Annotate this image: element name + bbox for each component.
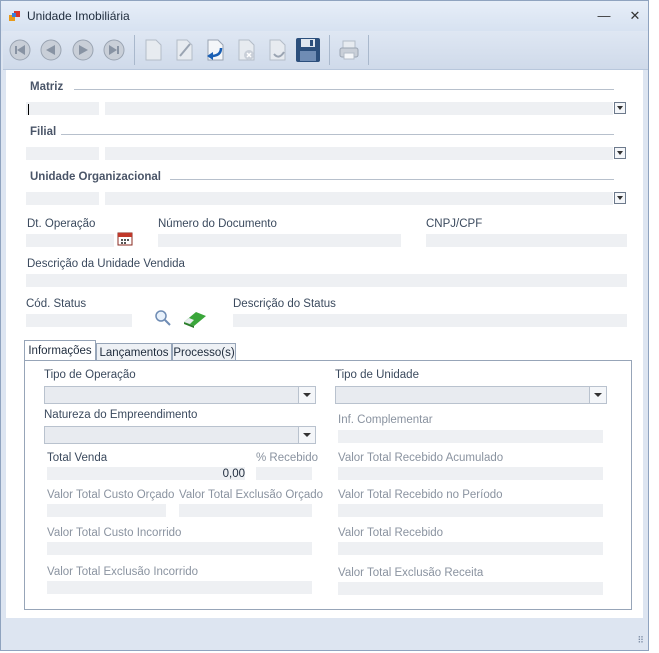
vt-exclusao-receita-label: Valor Total Exclusão Receita (338, 567, 484, 579)
matriz-section-title: Matriz (30, 81, 64, 93)
vt-exclusao-incorrido-label: Valor Total Exclusão Incorrido (47, 566, 199, 578)
delete-icon[interactable] (233, 37, 259, 63)
pct-recebido-label: % Recebido (256, 452, 319, 464)
matriz-description-input[interactable] (105, 102, 613, 115)
unidade-org-description-input[interactable] (105, 192, 613, 205)
title-bar: Unidade Imobiliária — ✕ (1, 1, 648, 31)
window-title: Unidade Imobiliária (27, 9, 130, 23)
matriz-code-input[interactable] (26, 102, 99, 115)
vt-custo-orcado-label: Valor Total Custo Orçado (47, 489, 175, 501)
minimize-button[interactable]: — (595, 7, 613, 25)
tab-lancamentos[interactable]: Lançamentos (96, 343, 172, 361)
unidade-org-section-title: Unidade Organizacional (30, 171, 161, 183)
vt-recebido-input[interactable] (338, 542, 603, 555)
matriz-dropdown-button[interactable] (614, 102, 626, 114)
vt-recebido-label: Valor Total Recebido (338, 527, 444, 539)
text-cursor (28, 104, 29, 115)
save-icon[interactable] (295, 37, 321, 63)
inf-complementar-label: Inf. Complementar (338, 414, 433, 426)
chevron-down-icon (589, 387, 606, 403)
undo-icon[interactable] (202, 37, 228, 63)
chevron-down-icon (298, 427, 315, 443)
new-icon[interactable] (140, 37, 166, 63)
descricao-status-label: Descrição do Status (233, 298, 336, 310)
vt-exclusao-orcado-label: Valor Total Exclusão Orçado (179, 489, 324, 501)
tab-processos[interactable]: Processo(s) (172, 343, 236, 361)
unidade-org-dropdown-button[interactable] (614, 192, 626, 204)
informacoes-panel: Tipo de Operação Tipo de Unidade Naturez… (24, 360, 632, 610)
dt-operacao-input[interactable] (26, 234, 114, 247)
search-icon[interactable] (154, 309, 172, 330)
divider (170, 179, 614, 180)
tab-informacoes[interactable]: Informações (24, 340, 96, 361)
next-icon[interactable] (70, 37, 96, 63)
filial-dropdown-button[interactable] (614, 147, 626, 159)
window: Unidade Imobiliária — ✕ Matriz Filial Un… (0, 0, 649, 651)
vt-recebido-acumulado-label: Valor Total Recebido Acumulado (338, 452, 504, 464)
print-icon[interactable] (336, 37, 362, 63)
tipo-operacao-select[interactable] (44, 386, 316, 404)
toolbar (3, 31, 648, 70)
vt-exclusao-orcado-input[interactable] (179, 504, 312, 517)
vt-custo-orcado-input[interactable] (47, 504, 166, 517)
total-venda-label: Total Venda (47, 452, 108, 464)
cod-status-input[interactable] (26, 314, 132, 327)
vt-custo-incorrido-input[interactable] (47, 542, 312, 555)
toolbar-separator (134, 35, 135, 65)
close-button[interactable]: ✕ (626, 7, 644, 25)
inf-complementar-input[interactable] (338, 430, 603, 443)
total-venda-input[interactable]: 0,00 (47, 467, 245, 480)
toolbar-separator (329, 35, 330, 65)
tipo-operacao-label: Tipo de Operação (44, 369, 136, 381)
resize-grip-icon[interactable]: ⠿ (637, 635, 644, 646)
divider (74, 89, 614, 90)
natureza-select[interactable] (44, 426, 316, 444)
vt-recebido-periodo-label: Valor Total Recebido no Período (338, 489, 503, 501)
unidade-org-code-input[interactable] (26, 192, 99, 205)
cod-status-label: Cód. Status (26, 298, 87, 310)
calendar-icon[interactable] (117, 231, 133, 249)
toolbar-separator (368, 35, 369, 65)
app-icon (9, 10, 21, 22)
previous-icon[interactable] (38, 37, 64, 63)
divider (61, 134, 614, 135)
descricao-unidade-input[interactable] (26, 274, 627, 287)
form-content: Matriz Filial Unidade Organizacional Dt.… (6, 70, 643, 618)
filial-section-title: Filial (30, 126, 57, 138)
cnpj-cpf-label: CNPJ/CPF (426, 218, 483, 230)
cnpj-cpf-input[interactable] (426, 234, 627, 247)
edit-icon[interactable] (171, 37, 197, 63)
cancel-icon[interactable] (264, 37, 290, 63)
chevron-down-icon (298, 387, 315, 403)
vt-exclusao-receita-input[interactable] (338, 582, 603, 595)
vt-recebido-periodo-input[interactable] (338, 504, 603, 517)
filial-description-input[interactable] (105, 147, 613, 160)
descricao-status-input[interactable] (233, 314, 627, 327)
eraser-icon[interactable] (182, 308, 208, 331)
vt-custo-incorrido-label: Valor Total Custo Incorrido (47, 527, 182, 539)
vt-recebido-acumulado-input[interactable] (338, 467, 603, 480)
dt-operacao-label: Dt. Operação (27, 218, 96, 230)
numero-documento-label: Número do Documento (158, 218, 277, 230)
natureza-label: Natureza do Empreendimento (44, 409, 198, 421)
pct-recebido-input[interactable] (256, 467, 312, 480)
descricao-unidade-label: Descrição da Unidade Vendida (27, 258, 185, 270)
tipo-unidade-select[interactable] (335, 386, 607, 404)
status-bar: ⠿ (3, 621, 648, 650)
numero-documento-input[interactable] (158, 234, 401, 247)
filial-code-input[interactable] (26, 147, 99, 160)
tipo-unidade-label: Tipo de Unidade (335, 369, 419, 381)
first-icon[interactable] (7, 37, 33, 63)
last-icon[interactable] (101, 37, 127, 63)
vt-exclusao-incorrido-input[interactable] (47, 581, 312, 594)
